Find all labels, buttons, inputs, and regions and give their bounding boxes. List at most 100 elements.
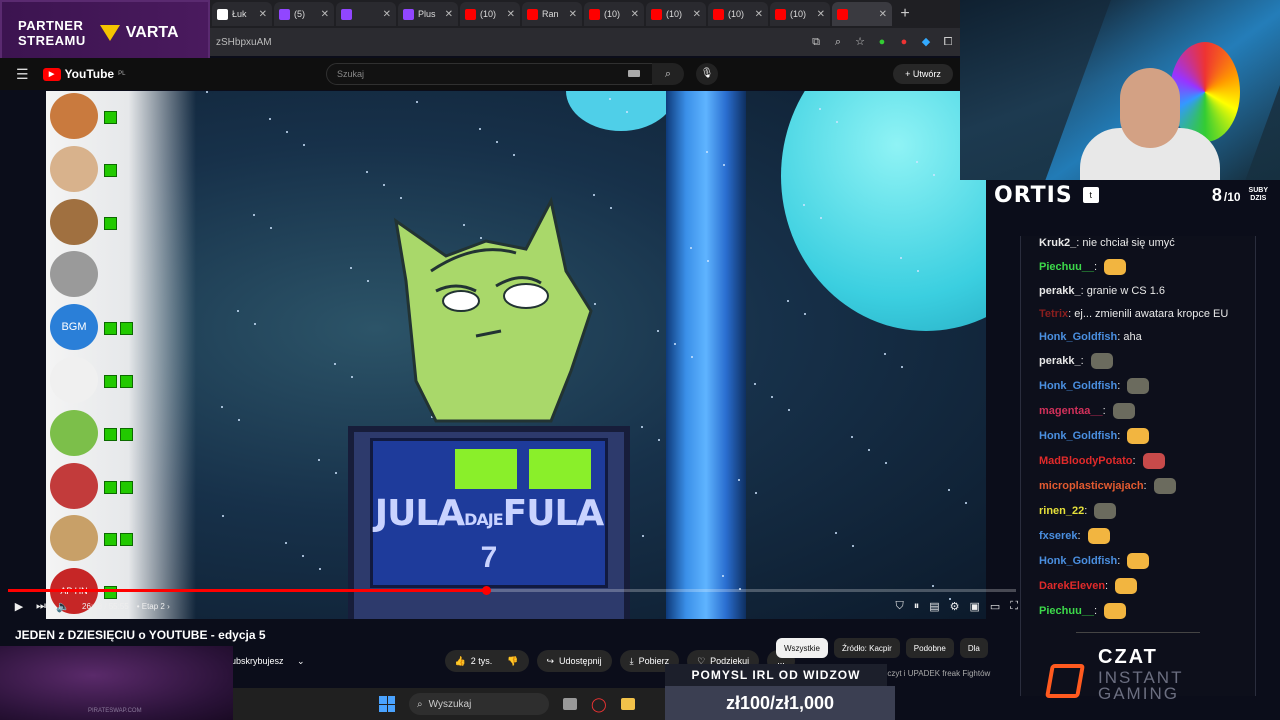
- fullscreen-icon[interactable]: ⛶: [1010, 600, 1018, 613]
- browser-tab[interactable]: Łuk ✕: [212, 2, 272, 26]
- taskbar-search[interactable]: ⌕ Wyszukaj: [409, 693, 549, 715]
- browser-tab[interactable]: Ran ✕: [522, 2, 582, 26]
- extensions-puzzle-icon[interactable]: ⧠: [942, 36, 954, 48]
- browser-tab[interactable]: (10) ✕: [584, 2, 644, 26]
- close-tab-icon[interactable]: ✕: [879, 9, 887, 20]
- chat-username[interactable]: Piechuu__: [1039, 605, 1094, 617]
- filter-chip[interactable]: Dla: [959, 638, 988, 658]
- chat-username[interactable]: Kruk2_: [1039, 237, 1076, 249]
- youtube-icon: [527, 8, 538, 20]
- volume-icon[interactable]: 🔈: [52, 600, 74, 613]
- chat-username[interactable]: fxserek: [1039, 530, 1078, 542]
- chat-username[interactable]: perakk_: [1039, 285, 1081, 297]
- new-tab-button[interactable]: +: [894, 5, 916, 23]
- filter-chip[interactable]: Podobne: [905, 638, 954, 658]
- task-view-icon[interactable]: [563, 698, 577, 710]
- autoplay-toggle-icon[interactable]: ⏸: [914, 600, 920, 613]
- star: [366, 171, 368, 173]
- chat-username[interactable]: Honk_Goldfish: [1039, 555, 1117, 567]
- close-tab-icon[interactable]: ✕: [445, 9, 453, 20]
- theater-mode-icon[interactable]: ▭: [990, 600, 1000, 613]
- life-square: [104, 163, 117, 177]
- browser-tab[interactable]: (10) ✕: [708, 2, 768, 26]
- chat-username[interactable]: Honk_Goldfish: [1039, 430, 1117, 442]
- chevron-down-icon[interactable]: ⌄: [297, 656, 305, 667]
- share-button[interactable]: ↪ Udostępnij: [536, 650, 612, 672]
- settings-gear-icon[interactable]: ⚙: [950, 600, 960, 613]
- chat-message: Honk_Goldfish:: [1039, 428, 1249, 444]
- close-tab-icon[interactable]: ✕: [817, 9, 825, 20]
- url-text[interactable]: zSHbpxuAM: [216, 37, 272, 48]
- chat-username[interactable]: rinen_22: [1039, 505, 1084, 517]
- close-tab-icon[interactable]: ✕: [321, 9, 329, 20]
- extension-blue-icon[interactable]: ◆: [920, 36, 932, 48]
- extension-red-icon[interactable]: ●: [898, 36, 910, 48]
- chat-username[interactable]: DarekEleven: [1039, 580, 1105, 592]
- bookmark-star-icon[interactable]: ☆: [854, 36, 866, 48]
- streamer-face: [1120, 68, 1180, 148]
- filter-chip[interactable]: Źródło: Kacpir: [834, 638, 900, 658]
- recommended-title[interactable]: Szczyt i UPADEK freak Fightów: [878, 669, 990, 678]
- filter-chip[interactable]: Wszystkie: [776, 638, 828, 658]
- close-tab-icon[interactable]: ✕: [569, 9, 577, 20]
- star: [933, 174, 935, 176]
- chat-message: magentaa__:: [1039, 403, 1249, 419]
- search-input[interactable]: Szukaj: [326, 63, 656, 85]
- mic-icon[interactable]: 🎙: [696, 63, 718, 85]
- star: [706, 151, 708, 153]
- search-button[interactable]: ⌕: [652, 63, 684, 85]
- chapter-label[interactable]: • Etap 2 ›: [137, 602, 170, 611]
- star: [367, 280, 369, 282]
- browser-tab[interactable]: (5) ✕: [274, 2, 334, 26]
- chat-username[interactable]: Honk_Goldfish: [1039, 331, 1117, 343]
- keyboard-icon[interactable]: [628, 70, 640, 77]
- subscribed-button[interactable]: Subskrybujesz: [225, 656, 295, 666]
- chat-panel: Kruk2_: nie chciał się umyć Piechuu__: pe…: [1020, 236, 1256, 696]
- close-tab-icon[interactable]: ✕: [631, 9, 639, 20]
- browser-tab[interactable]: (10) ✕: [770, 2, 830, 26]
- browser-tab[interactable]: ✕: [336, 2, 396, 26]
- next-icon[interactable]: ⏭: [30, 600, 52, 613]
- close-tab-icon[interactable]: ✕: [507, 9, 515, 20]
- browser-tab[interactable]: (10) ✕: [460, 2, 520, 26]
- menu-icon[interactable]: ☰: [16, 66, 29, 83]
- idea-banner: POMYSL IRL OD WIDZOW: [665, 664, 887, 686]
- subtitles-icon[interactable]: ▤: [929, 600, 939, 613]
- extension-green-icon[interactable]: ●: [876, 36, 888, 48]
- chat-username[interactable]: Tetrix: [1039, 308, 1068, 320]
- miniplayer-icon[interactable]: ▣: [969, 600, 979, 613]
- chat-username[interactable]: Piechuu__: [1039, 261, 1094, 273]
- zoom-icon[interactable]: ⌕: [832, 36, 844, 48]
- donation-goal: zł100/zł1,000: [665, 686, 895, 720]
- star: [626, 111, 628, 113]
- cast-icon[interactable]: ⧉: [810, 36, 822, 48]
- close-tab-icon[interactable]: ✕: [383, 9, 391, 20]
- browser-tab[interactable]: ✕: [832, 2, 892, 26]
- like-button[interactable]: 👍 2 tys. 👎: [444, 650, 529, 672]
- youtube-logo[interactable]: ▶ YouTube PL: [42, 67, 125, 81]
- create-button[interactable]: + Utwórz: [893, 64, 953, 84]
- browser-tab[interactable]: (10) ✕: [646, 2, 706, 26]
- sponsorblock-icon[interactable]: ⛉: [895, 600, 903, 613]
- star: [787, 300, 789, 302]
- chat-username[interactable]: Honk_Goldfish: [1039, 380, 1117, 392]
- browser-tab[interactable]: Plus ✕: [398, 2, 458, 26]
- varta-logo: VARTA: [99, 24, 179, 42]
- windows-start-icon[interactable]: [379, 696, 395, 712]
- opera-icon[interactable]: ◯: [591, 696, 607, 713]
- close-tab-icon[interactable]: ✕: [693, 9, 701, 20]
- star: [916, 161, 918, 163]
- close-tab-icon[interactable]: ✕: [259, 9, 267, 20]
- star: [350, 267, 352, 269]
- chat-username[interactable]: MadBloodyPotato: [1039, 455, 1133, 467]
- close-tab-icon[interactable]: ✕: [755, 9, 763, 20]
- play-icon[interactable]: ▶: [8, 600, 30, 613]
- thumbs-down-icon[interactable]: 👎: [507, 656, 518, 667]
- video-player[interactable]: JULADAJEFULA 7 BGMAP HN: [46, 91, 986, 619]
- progress-scrubber[interactable]: [481, 586, 491, 595]
- file-explorer-icon[interactable]: [620, 698, 635, 710]
- life-square: [120, 322, 133, 336]
- chat-username[interactable]: magentaa__: [1039, 405, 1103, 417]
- chat-username[interactable]: perakk_: [1039, 355, 1081, 367]
- chat-username[interactable]: microplasticwjajach: [1039, 480, 1144, 492]
